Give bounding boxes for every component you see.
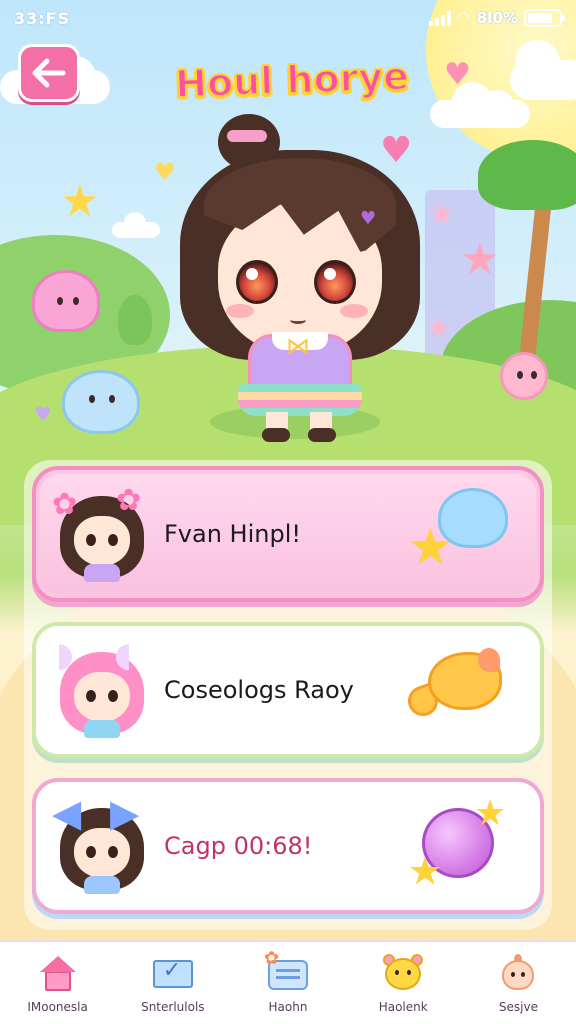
- candy-ball-with-stars-icon: ★ ★: [408, 793, 507, 893]
- arrow-left-icon: [32, 58, 66, 88]
- wifi-icon: ◠: [456, 8, 471, 27]
- heart-hairpin-icon: ♥: [360, 208, 377, 229]
- cloud: [430, 82, 530, 128]
- nav-item-chat[interactable]: ✿ Haohn: [230, 942, 345, 1024]
- nav-label: Haolenk: [378, 1000, 428, 1014]
- nav-label: IMoonesla: [27, 1000, 88, 1014]
- status-indicators: ◠ 8I0%: [428, 8, 565, 27]
- bunny-ear-icon: ◗: [56, 635, 74, 675]
- cat-blob-with-star-icon: ★: [408, 484, 518, 584]
- mail-check-icon: ✓: [151, 954, 195, 994]
- back-button[interactable]: [18, 44, 80, 102]
- nav-label: Snterlulols: [141, 1000, 205, 1014]
- nav-item-profile[interactable]: Sesjve: [461, 942, 576, 1024]
- flower-icon: ✿: [116, 483, 142, 518]
- signal-icon: [428, 10, 451, 26]
- cloud: [510, 40, 576, 100]
- bunny-ear-icon: ◖: [114, 635, 132, 675]
- heart-icon: ♥: [154, 158, 176, 186]
- star-icon: ★: [426, 311, 452, 344]
- bow-icon: ⋈: [286, 332, 310, 360]
- list-item[interactable]: ◗ ◖ Coseologs Raoy: [32, 622, 544, 758]
- girl-with-blue-bow-avatar: ◀ ▶: [50, 794, 154, 898]
- nav-item-bear[interactable]: Haolenk: [346, 942, 461, 1024]
- star-icon: ★: [460, 234, 500, 285]
- bear-face-icon: [381, 954, 425, 994]
- status-time: 33:FS: [14, 9, 71, 28]
- tree: [118, 295, 152, 345]
- blue-cat-critter-icon: [62, 370, 140, 434]
- chat-icon: ✿: [264, 950, 310, 994]
- list-item-label: Fvan Hinpl!: [164, 520, 302, 548]
- star-icon: ★: [428, 197, 455, 232]
- nav-label: Haohn: [268, 1000, 308, 1014]
- nav-label: Sesjve: [498, 1000, 538, 1014]
- blush: [226, 304, 254, 318]
- pink-ball-critter-icon: [500, 352, 548, 400]
- character-eye: [314, 260, 356, 304]
- list-item[interactable]: ◀ ▶ Cagp 00:68! ★ ★: [32, 778, 544, 914]
- bottom-nav: IMoonesla ✓ Snterlulols ✿ Haohn Haolenk …: [0, 940, 576, 1024]
- page-title: Houl horye: [173, 53, 410, 107]
- heart-icon: ♥: [34, 402, 52, 426]
- battery-fill: [528, 12, 552, 23]
- character-shoe: [308, 428, 336, 442]
- battery-icon: [524, 8, 565, 27]
- palm-tree-leaves: [478, 140, 576, 210]
- character-shoe: [262, 428, 290, 442]
- heart-icon: ♥: [444, 57, 471, 92]
- character-skirt: [238, 384, 362, 416]
- chick-face-icon: [496, 954, 540, 994]
- nav-item-mail[interactable]: ✓ Snterlulols: [115, 942, 230, 1024]
- character-mouth: [290, 316, 306, 324]
- bow-icon: ◀: [52, 791, 82, 835]
- battery-percentage: 8I0%: [476, 8, 518, 27]
- hair-clip: [227, 130, 267, 142]
- blush: [340, 304, 368, 318]
- goldfish-icon: [403, 640, 518, 740]
- girl-with-flower-buns-avatar: ✿ ✿: [50, 482, 154, 586]
- bow-icon: ▶: [110, 791, 140, 835]
- nav-item-home[interactable]: IMoonesla: [0, 942, 115, 1024]
- main-character[interactable]: ♥ ⋈: [180, 112, 420, 442]
- pink-critter-icon: [32, 270, 100, 332]
- cloud: [112, 212, 160, 238]
- home-icon: [36, 954, 80, 994]
- pink-hair-girl-avatar: ◗ ◖: [50, 638, 154, 742]
- list-item[interactable]: ✿ ✿ Fvan Hinpl! ★: [32, 466, 544, 602]
- flower-icon: ✿: [52, 487, 78, 522]
- list-item-label: Cagp 00:68!: [164, 832, 313, 860]
- list-item-label: Coseologs Raoy: [164, 676, 354, 704]
- star-icon: ★: [60, 176, 100, 227]
- character-eye: [236, 260, 278, 304]
- status-bar: 33:FS ◠ 8I0%: [0, 0, 576, 36]
